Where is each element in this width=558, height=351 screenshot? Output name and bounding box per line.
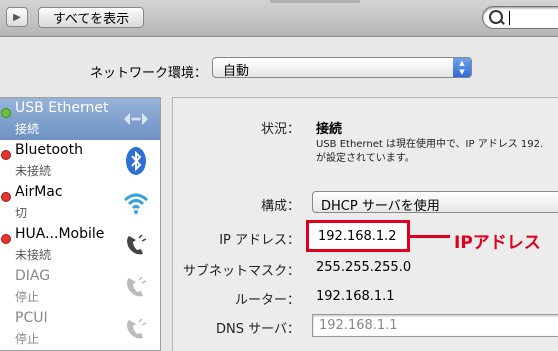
play-forward-icon: ▶ — [13, 11, 21, 23]
service-item-pcui[interactable]: PCUI 停止 — [0, 308, 160, 350]
window-toolbar: ▶ すべてを表示 — [0, 0, 558, 37]
location-select[interactable]: 自動 ▲ ▼ — [212, 57, 472, 79]
annotation-line — [410, 235, 450, 238]
config-select[interactable]: DHCP サーバを使用 — [312, 191, 558, 214]
service-item-bluetooth[interactable]: Bluetooth 未接続 — [0, 140, 160, 182]
annotation-label: IPアドレス — [454, 233, 541, 253]
service-name: Bluetooth — [15, 142, 83, 158]
config-value: DHCP サーバを使用 — [321, 199, 440, 214]
service-status: 停止 — [15, 290, 40, 304]
service-item-diag[interactable]: DIAG 停止 — [0, 266, 160, 308]
service-item-airmac[interactable]: AirMac 切 — [0, 182, 160, 224]
status-dot — [1, 192, 11, 202]
phone-icon — [127, 276, 147, 297]
service-status: 未接続 — [15, 164, 52, 178]
service-status: 接続 — [15, 122, 40, 136]
service-item-usb-ethernet[interactable]: USB Ethernet 接続 — [0, 98, 160, 140]
service-name: AirMac — [15, 184, 63, 200]
service-status: 未接続 — [15, 248, 52, 262]
ip-label: IP アドレス： — [219, 233, 300, 248]
dns-label: DNS サーバ： — [216, 322, 300, 337]
subnet-label: サブネットマスク： — [182, 264, 300, 279]
subnet-value: 255.255.255.0 — [316, 260, 412, 275]
wifi-icon — [123, 193, 149, 214]
status-value: 接続 — [316, 122, 343, 137]
ethernet-arrows-icon — [124, 113, 148, 125]
status-dot — [1, 150, 11, 160]
service-status: 切 — [15, 206, 28, 220]
status-dot — [1, 108, 11, 118]
service-name: DIAG — [15, 268, 51, 284]
search-field[interactable] — [482, 6, 558, 29]
forward-button[interactable]: ▶ — [6, 7, 28, 27]
phone-icon — [127, 318, 147, 339]
dns-server-field[interactable]: 192.168.1.1 — [312, 314, 558, 337]
router-value: 192.168.1.1 — [316, 289, 395, 304]
show-all-button[interactable]: すべてを表示 — [38, 7, 144, 28]
router-label: ルーター： — [234, 293, 300, 308]
phone-icon — [127, 234, 147, 255]
service-name: HUA...Mobile — [15, 226, 105, 242]
ip-value: 192.168.1.2 — [318, 229, 397, 244]
config-label: 構成： — [260, 199, 300, 214]
updown-arrows-icon: ▲ ▼ — [453, 58, 471, 77]
service-item-huawei-mobile[interactable]: HUA...Mobile 未接続 — [0, 224, 160, 266]
location-label: ネットワーク環境： — [90, 66, 208, 81]
window-title — [270, 0, 360, 3]
status-dot — [1, 234, 11, 244]
service-name: PCUI — [15, 310, 48, 326]
service-list: USB Ethernet 接続 Bluetooth 未接続 AirMac 切 H… — [0, 97, 161, 351]
status-description: USB Ethernet は現在使用中で、IP アドレス 192. が設定されて… — [316, 139, 544, 164]
service-name: USB Ethernet — [15, 100, 109, 116]
dns-placeholder: 192.168.1.1 — [319, 318, 398, 333]
location-value: 自動 — [223, 64, 250, 79]
bluetooth-icon — [126, 147, 146, 175]
service-status: 停止 — [15, 332, 40, 346]
status-label: 状況： — [260, 122, 300, 137]
